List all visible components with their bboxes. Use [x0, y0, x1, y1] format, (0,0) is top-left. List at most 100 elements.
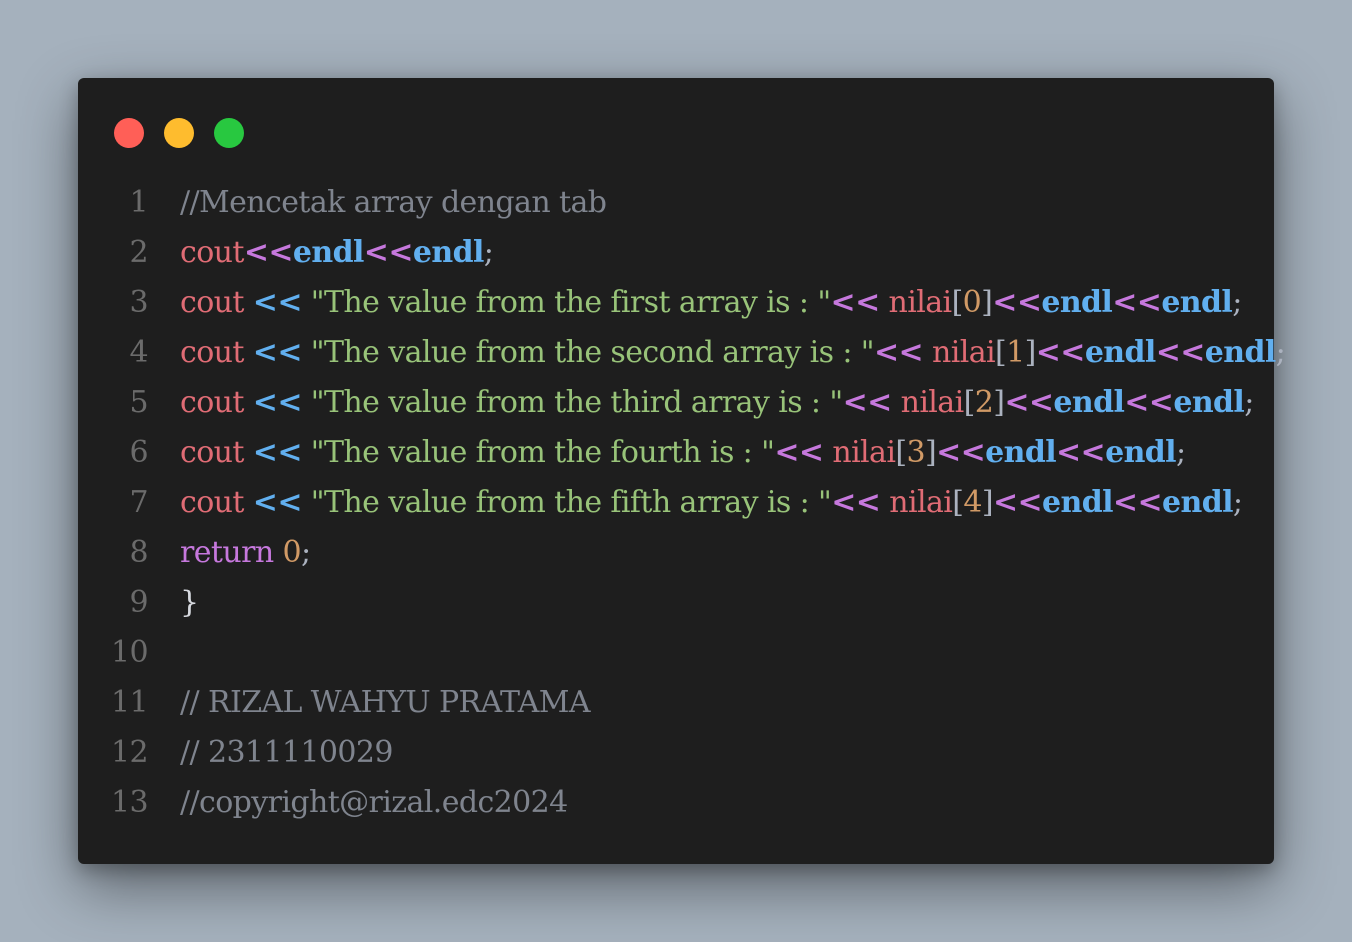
- token-op2: <<: [1155, 335, 1206, 370]
- token-op2: <<: [1004, 385, 1054, 420]
- token-ident: nilai: [923, 335, 996, 370]
- token-comment: // RIZAL WAHYU PRATAMA: [180, 685, 591, 720]
- token-endl: endl: [1053, 385, 1125, 420]
- line-text: // RIZAL WAHYU PRATAMA: [180, 678, 591, 728]
- token-string: "The value from the second array is : ": [301, 335, 875, 370]
- line-number: 1: [129, 185, 149, 220]
- line-text: cout << "The value from the fourth is : …: [180, 428, 1186, 478]
- token-op2: <<: [363, 235, 414, 270]
- token-punct: ;: [1232, 485, 1243, 520]
- token-op2: <<: [1112, 285, 1162, 320]
- token-number: 2: [974, 385, 994, 420]
- token-ident: nilai: [879, 285, 953, 320]
- token-op2: <<: [774, 435, 824, 470]
- token-punct: ]: [981, 285, 993, 320]
- token-plain: }: [180, 585, 199, 620]
- token-punct: ;: [300, 535, 311, 570]
- token-ident: cout: [180, 285, 253, 320]
- code-line: 9}: [78, 578, 1274, 628]
- line-number: 5: [129, 385, 149, 420]
- token-op: <<: [252, 435, 303, 470]
- close-button[interactable]: [114, 118, 144, 148]
- line-number: 13: [111, 785, 149, 820]
- token-punct: ;: [1275, 335, 1286, 370]
- line-number: 6: [129, 435, 149, 470]
- token-comment: //Mencetak array dengan tab: [180, 185, 607, 220]
- token-number: 3: [906, 435, 925, 470]
- token-op2: <<: [992, 485, 1043, 520]
- token-endl: endl: [1041, 285, 1113, 320]
- token-endl: endl: [985, 435, 1057, 470]
- token-ident: cout: [180, 435, 253, 470]
- code-line: 12 // 2311110029: [78, 728, 1274, 778]
- token-punct: [: [963, 385, 976, 420]
- token-op2: <<: [1124, 385, 1174, 420]
- token-op2: <<: [1035, 335, 1086, 370]
- token-op: <<: [252, 335, 303, 370]
- line-text: }: [180, 578, 199, 628]
- token-punct: ;: [1175, 435, 1186, 470]
- token-op2: <<: [1056, 435, 1106, 470]
- token-punct: ]: [993, 385, 1005, 420]
- code-line: 13 //copyright@rizal.edc2024: [78, 778, 1274, 828]
- line-number: 11: [111, 685, 149, 720]
- token-comment: //copyright@rizal.edc2024: [180, 785, 568, 820]
- code-line: 7 cout << "The value from the fifth array…: [78, 478, 1274, 528]
- line-number: 7: [129, 485, 149, 520]
- token-ident: nilai: [823, 435, 896, 470]
- line-number: 8: [129, 535, 149, 570]
- token-ident: cout: [180, 485, 253, 520]
- token-punct: ]: [924, 435, 937, 470]
- token-keyword: return: [180, 535, 283, 570]
- code-line: 4 cout << "The value from the second arra…: [78, 328, 1286, 378]
- token-ident: nilai: [891, 385, 965, 420]
- token-punct: ]: [981, 485, 994, 520]
- token-number: 1: [1006, 335, 1025, 370]
- line-text: cout << "The value from the first array …: [180, 278, 1242, 328]
- line-number: 2: [129, 235, 149, 270]
- token-endl: endl: [1084, 335, 1156, 370]
- token-number: 0: [282, 535, 301, 570]
- token-endl: endl: [1105, 435, 1176, 470]
- code-line: 2 cout<<endl<<endl;: [78, 228, 1274, 278]
- code-line: 3 cout << "The value from the first array…: [78, 278, 1274, 328]
- token-ident: cout: [180, 235, 244, 270]
- token-op2: <<: [874, 335, 924, 370]
- line-text: cout << "The value from the fifth array …: [180, 478, 1243, 528]
- code-line: 6 cout << "The value from the fourth is :…: [78, 428, 1274, 478]
- line-text: //copyright@rizal.edc2024: [180, 778, 568, 828]
- token-op2: <<: [830, 285, 881, 320]
- token-ident: cout: [180, 335, 253, 370]
- token-endl: endl: [412, 235, 484, 270]
- token-punct: [: [951, 285, 964, 320]
- token-endl: endl: [1162, 485, 1233, 520]
- code-line: 8 return 0;: [78, 528, 1274, 578]
- line-text: cout<<endl<<endl;: [180, 228, 494, 278]
- code-editor[interactable]: 1//Mencetak array dengan tab 2 cout<<endl<…: [78, 178, 1286, 828]
- line-number: 9: [129, 585, 149, 620]
- token-op: <<: [252, 485, 303, 520]
- token-op2: <<: [842, 385, 893, 420]
- token-punct: [: [995, 335, 1007, 370]
- zoom-button[interactable]: [214, 118, 244, 148]
- token-punct: ;: [1244, 385, 1254, 420]
- token-punct: [: [952, 485, 964, 520]
- token-op2: <<: [1112, 485, 1163, 520]
- code-line: 1 //Mencetak array dengan tab: [78, 178, 1274, 228]
- token-string: "The value from the fifth array is : ": [301, 485, 832, 520]
- token-string: "The value from the third array is : ": [301, 385, 843, 420]
- token-number: 4: [963, 485, 982, 520]
- line-text: cout << "The value from the third array …: [180, 378, 1254, 428]
- token-op2: <<: [243, 235, 294, 270]
- token-comment: // 2311110029: [180, 735, 393, 770]
- window-controls: [114, 118, 244, 148]
- line-number: 3: [129, 285, 149, 320]
- code-line: 10: [78, 628, 1274, 678]
- token-endl: endl: [1161, 285, 1233, 320]
- token-endl: endl: [1204, 335, 1276, 370]
- minimize-button[interactable]: [164, 118, 194, 148]
- token-string: "The value from the fourth is : ": [301, 435, 775, 470]
- line-text: // 2311110029: [180, 728, 393, 778]
- token-op2: <<: [936, 435, 986, 470]
- token-op: <<: [252, 385, 303, 420]
